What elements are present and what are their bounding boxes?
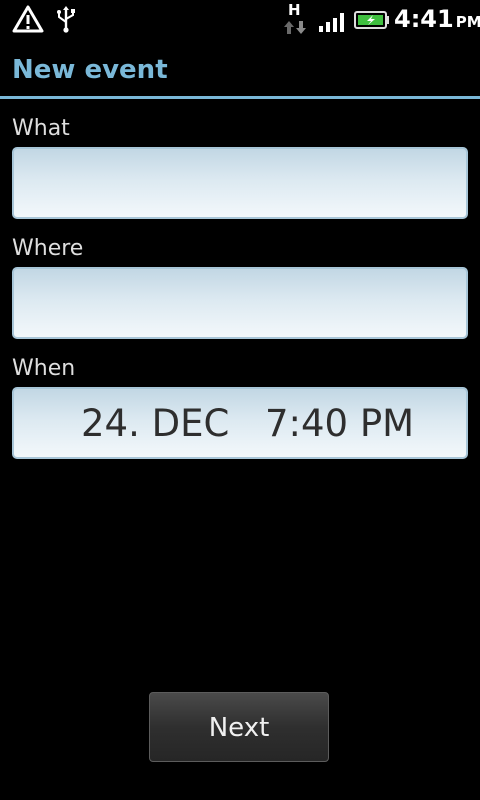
- signal-icon: [319, 13, 344, 32]
- when-picker[interactable]: 24. DEC 7:40 PM: [12, 387, 468, 459]
- status-clock: 4:41 PM: [394, 4, 480, 37]
- where-field[interactable]: [12, 267, 468, 339]
- data-type-label: H: [288, 1, 301, 19]
- data-arrows-icon: [284, 21, 306, 34]
- when-time-value[interactable]: 7:40 PM: [265, 405, 414, 443]
- title-bar: New event: [0, 38, 480, 96]
- status-bar: H 4:41 PM: [0, 0, 480, 38]
- warning-icon: [12, 5, 44, 33]
- when-label: When: [12, 356, 76, 381]
- when-date-value[interactable]: 24. DEC: [81, 405, 229, 443]
- page-title: New event: [12, 55, 168, 85]
- clock-time: 4:41: [394, 5, 454, 33]
- title-divider: [0, 96, 480, 99]
- what-label: What: [12, 116, 70, 141]
- where-input[interactable]: [14, 269, 466, 337]
- new-event-screen: H 4:41 PM New event What Where When 24. …: [0, 0, 480, 800]
- clock-ampm: PM: [455, 13, 480, 31]
- next-button[interactable]: Next: [149, 692, 329, 762]
- where-label: Where: [12, 236, 84, 261]
- what-field[interactable]: [12, 147, 468, 219]
- data-activity-icon: H: [282, 2, 308, 36]
- battery-charging-icon: [354, 11, 389, 29]
- usb-icon: [57, 6, 75, 33]
- what-input[interactable]: [14, 149, 466, 217]
